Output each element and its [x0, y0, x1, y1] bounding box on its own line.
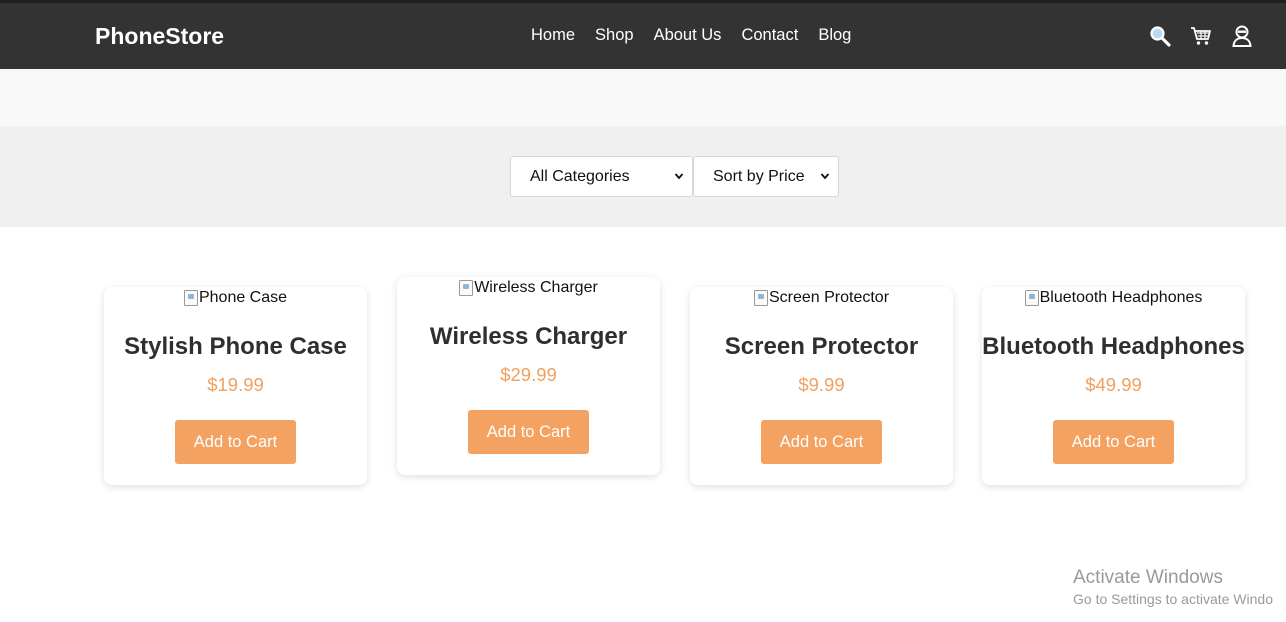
add-to-cart-button[interactable]: Add to Cart [468, 410, 589, 454]
search-icon[interactable] [1148, 24, 1172, 48]
broken-image-icon [183, 290, 198, 306]
add-to-cart-button[interactable]: Add to Cart [761, 420, 882, 464]
nav-shop[interactable]: Shop [595, 25, 634, 45]
watermark-title: Activate Windows [1073, 567, 1223, 588]
product-image-alt: Phone Case [198, 289, 288, 306]
site-logo[interactable]: PhoneStore [95, 23, 224, 49]
chevron-down-icon [674, 173, 684, 180]
product-name: Wireless Charger [429, 323, 628, 350]
filter-bar: All Categories Sort by Price [0, 126, 1286, 227]
product-image-alt: Wireless Charger [474, 279, 598, 296]
cart-icon[interactable] [1189, 24, 1213, 48]
product-name: Screen Protector [724, 333, 919, 360]
nav-home[interactable]: Home [531, 25, 575, 45]
add-to-cart-button[interactable]: Add to Cart [175, 420, 296, 464]
main-nav: Home Shop About Us Contact Blog [531, 25, 871, 45]
broken-image-icon [1024, 290, 1039, 306]
product-image: Bluetooth Headphones [982, 288, 1245, 308]
product-price: $29.99 [500, 364, 557, 385]
product-card: Screen Protector Screen Protector $9.99 … [690, 287, 953, 485]
product-card: Bluetooth Headphones Bluetooth Headphone… [982, 287, 1245, 485]
site-header: PhoneStore Home Shop About Us Contact Bl… [0, 3, 1286, 69]
product-image-alt: Screen Protector [768, 289, 890, 306]
windows-activation-watermark: Activate Windows Go to Settings to activ… [1073, 567, 1273, 608]
product-image: Screen Protector [690, 288, 953, 308]
nav-contact[interactable]: Contact [741, 25, 798, 45]
product-price: $49.99 [1085, 374, 1142, 395]
product-image: Wireless Charger [397, 278, 660, 298]
nav-about-us[interactable]: About Us [654, 25, 722, 45]
sort-select-value: Sort by Price [713, 168, 805, 185]
product-card: Phone Case Stylish Phone Case $19.99 Add… [104, 287, 367, 485]
broken-image-icon [753, 290, 768, 306]
category-select[interactable]: All Categories [510, 156, 693, 197]
chevron-down-icon [820, 173, 830, 180]
user-icon[interactable] [1230, 24, 1254, 48]
product-name: Stylish Phone Case [124, 333, 347, 360]
broken-image-icon [459, 280, 474, 296]
header-icons [1148, 24, 1271, 48]
product-price: $9.99 [798, 374, 845, 395]
watermark-subtitle: Go to Settings to activate Windo [1073, 591, 1273, 607]
nav-blog[interactable]: Blog [818, 25, 851, 45]
product-price: $19.99 [207, 374, 264, 395]
hero-banner [0, 69, 1286, 126]
category-select-value: All Categories [530, 168, 630, 185]
product-image: Phone Case [104, 288, 367, 308]
product-card: Wireless Charger Wireless Charger $29.99… [397, 277, 660, 475]
sort-select[interactable]: Sort by Price [693, 156, 839, 197]
add-to-cart-button[interactable]: Add to Cart [1053, 420, 1174, 464]
product-image-alt: Bluetooth Headphones [1039, 289, 1203, 306]
product-name: Bluetooth Headphones [982, 333, 1245, 360]
